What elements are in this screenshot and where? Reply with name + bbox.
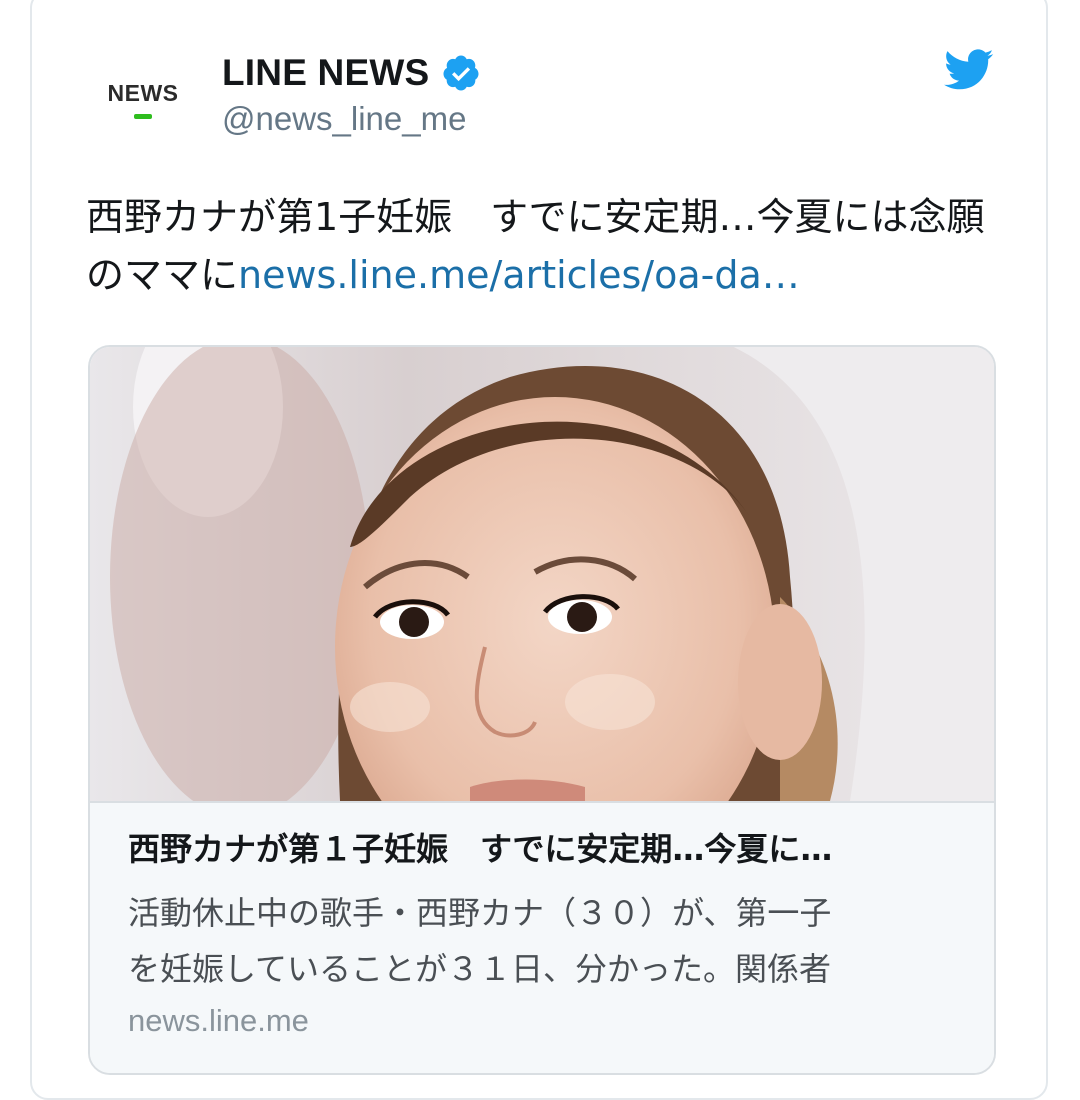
- card-body[interactable]: 西野カナが第１子妊娠 すでに安定期…今夏に… 活動休止中の歌手・西野カナ（３０）…: [90, 803, 994, 1073]
- card-description: 活動休止中の歌手・西野カナ（３０）が、第一子 を妊娠していることが３１日、分かっ…: [128, 885, 968, 997]
- card-domain: news.line.me: [128, 1003, 309, 1038]
- card-description-line: 活動休止中の歌手・西野カナ（３０）が、第一子: [128, 894, 832, 932]
- article-photo[interactable]: [90, 347, 994, 801]
- tweet-link[interactable]: news.line.me/articles/oa-da…: [238, 253, 800, 297]
- tweet-text: 西野カナが第1子妊娠 すでに安定期…今夏には念願のママにnews.line.me…: [86, 188, 1016, 304]
- avatar-logo-accent-bar: [134, 114, 152, 119]
- verified-badge-icon: [443, 55, 479, 91]
- handle[interactable]: @news_line_me: [222, 100, 466, 138]
- display-name-row: LINE NEWS: [222, 48, 481, 98]
- link-preview-card[interactable]: 西野カナが第１子妊娠 すでに安定期…今夏に… 活動休止中の歌手・西野カナ（３０）…: [88, 345, 996, 1075]
- card-title: 西野カナが第１子妊娠 すでに安定期…今夏に…: [128, 830, 833, 868]
- tweet-card[interactable]: NEWS LINE NEWS @news_line_me 西野カナが第1子妊娠 …: [30, 0, 1048, 1100]
- avatar[interactable]: NEWS: [84, 52, 202, 170]
- display-name[interactable]: LINE NEWS: [222, 52, 429, 94]
- twitter-bird-icon[interactable]: [944, 48, 994, 92]
- card-description-line: を妊娠していることが３１日、分かった。関係者: [128, 950, 832, 988]
- avatar-logo-text: NEWS: [107, 80, 179, 106]
